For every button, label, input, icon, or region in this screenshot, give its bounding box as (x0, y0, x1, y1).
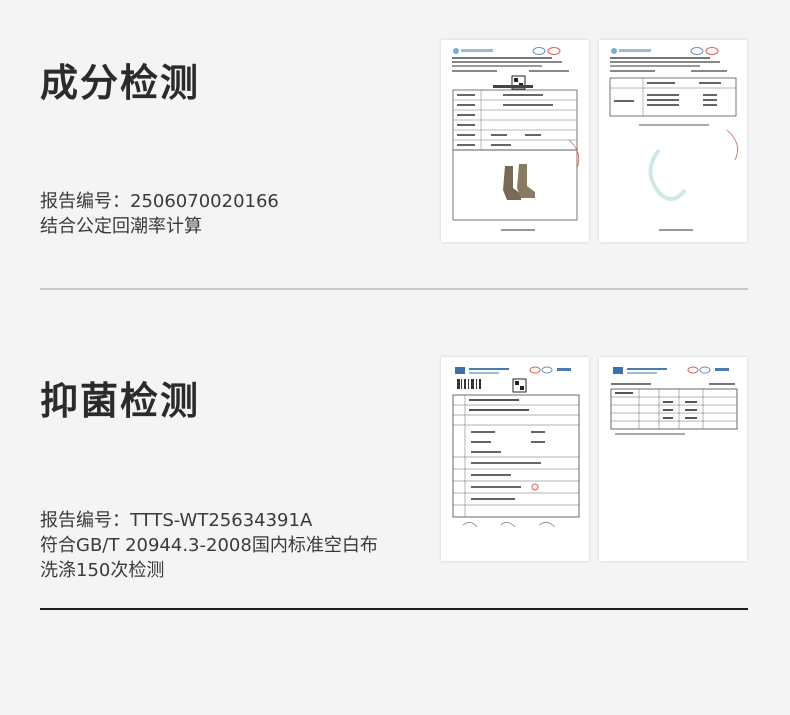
report-document-icon (452, 366, 580, 528)
report-document-icon (452, 47, 580, 231)
report-number: 报告编号：2506070020166 (40, 191, 279, 212)
report-number: 报告编号：TTTS-WT25634391A (40, 510, 313, 531)
composition-report-page-1[interactable] (441, 40, 589, 242)
antibacterial-report-page-1[interactable] (441, 357, 589, 561)
composition-test-section: 成分检测 报告编号：2506070020166 结合公定回潮率计算 (0, 0, 790, 290)
section-title: 成分检测 (40, 61, 201, 105)
antibacterial-test-section: 抑菌检测 报告编号：TTTS-WT25634391A 符合GB/T 20944.… (0, 292, 790, 610)
section-divider (40, 608, 748, 610)
antibacterial-report-page-2[interactable] (599, 357, 747, 561)
section-title: 抑菌检测 (40, 379, 201, 423)
report-note: 结合公定回潮率计算 (40, 216, 202, 237)
report-document-icon (609, 47, 739, 231)
section-description: 报告编号：TTTS-WT25634391A 符合GB/T 20944.3-200… (40, 508, 378, 583)
composition-report-page-2[interactable] (599, 40, 747, 242)
section-divider (40, 288, 748, 290)
section-description: 报告编号：2506070020166 结合公定回潮率计算 (40, 189, 279, 239)
report-document-icon (610, 366, 738, 435)
wash-test-note: 洗涤150次检测 (40, 560, 165, 581)
standard-compliance: 符合GB/T 20944.3-2008国内标准空白布 (40, 535, 378, 556)
